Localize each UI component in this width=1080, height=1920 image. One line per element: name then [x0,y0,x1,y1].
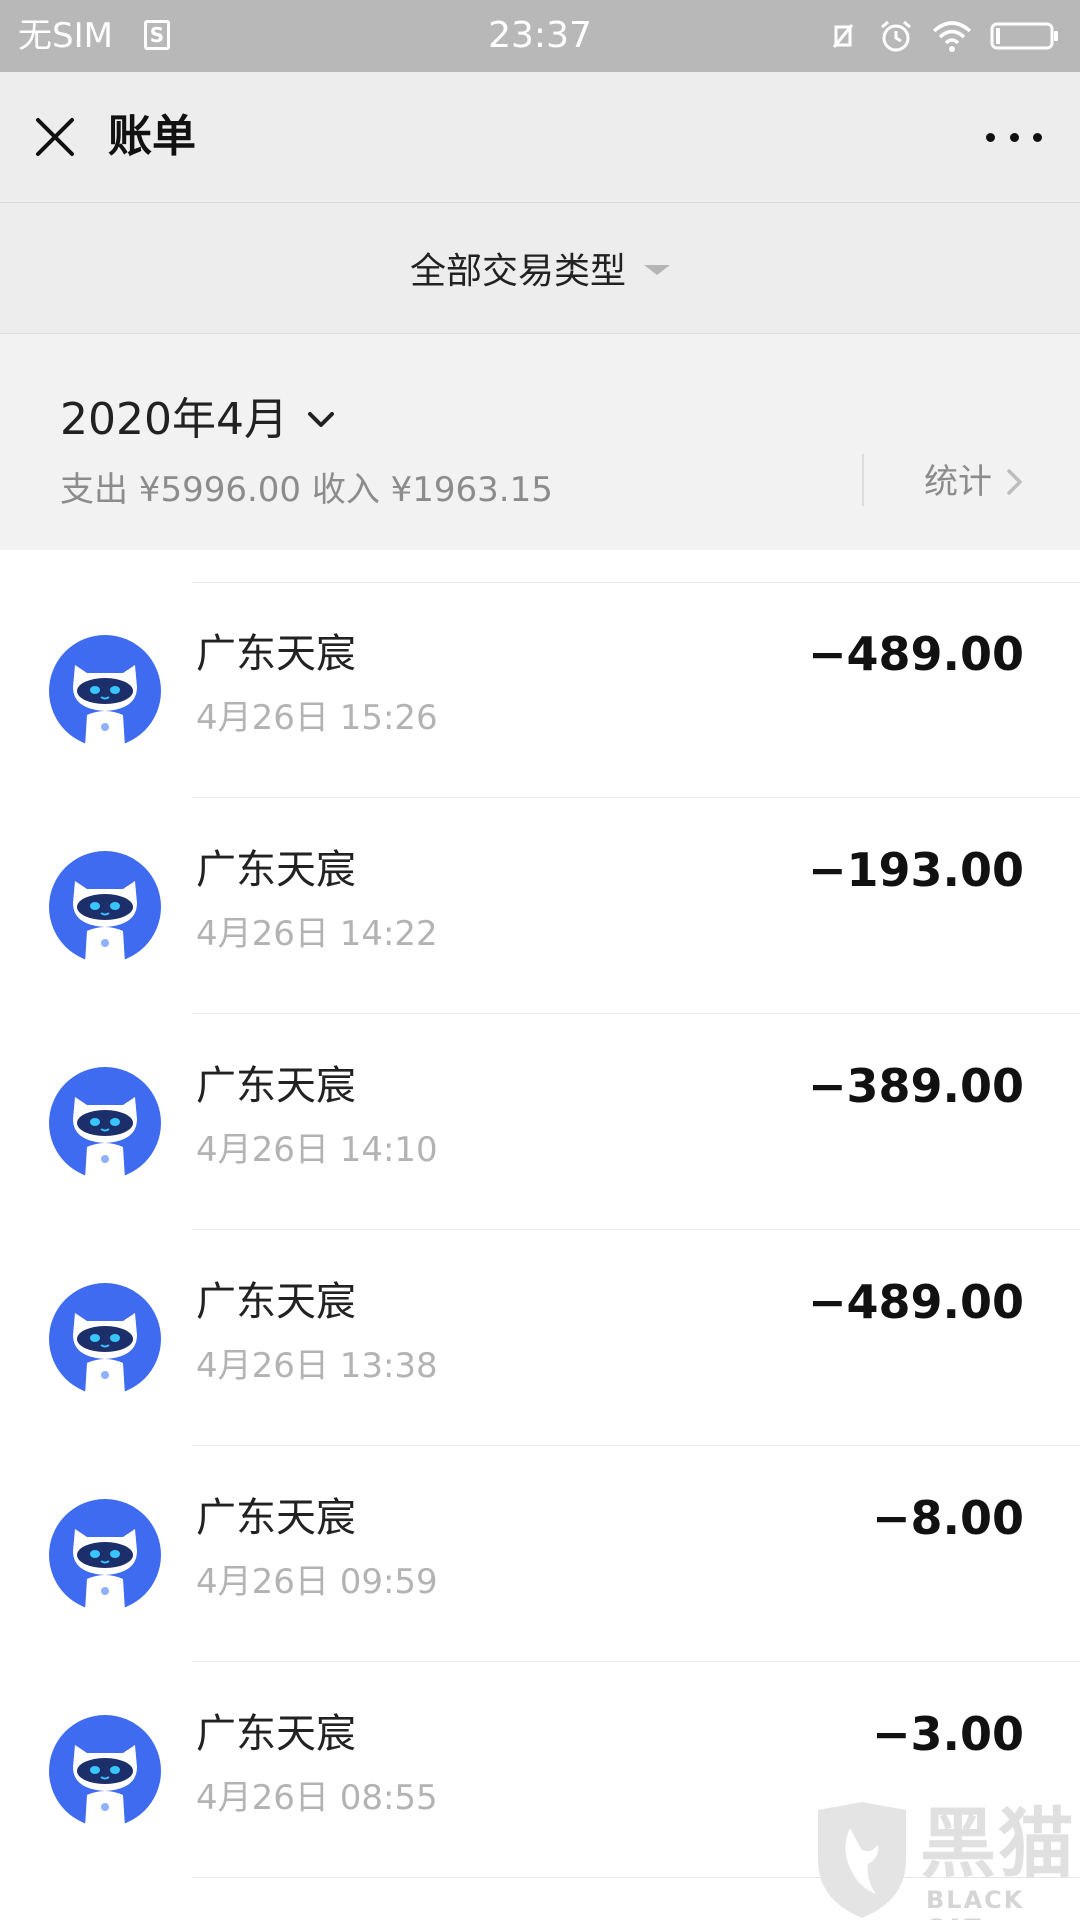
nav-bar: 账单 [0,72,1080,203]
status-bar: 无SIM S 23:37 [0,0,1080,72]
watermark-subtitle: BLACK CAT [926,1886,1025,1920]
transaction-datetime: 4月26日 14:22 [196,914,438,954]
statistics-label: 统计 [924,462,992,502]
transaction-row[interactable]: 广东天宸 4月26日 14:22 −193.00 [0,798,1080,1014]
merchant-name: 广东天宸 [196,1063,356,1109]
transaction-type-filter[interactable]: 全部交易类型 [0,203,1080,333]
transaction-row[interactable]: 广东天宸 4月26日 14:10 −389.00 [0,1014,1080,1230]
filter-bar: 全部交易类型 [0,203,1080,334]
expense-income-totals: 支出 ¥5996.00 收入 ¥1963.15 [60,470,553,510]
transaction-amount: −3.00 [871,1707,1024,1761]
cat-shield-logo-icon [818,1802,906,1918]
transaction-row[interactable]: 广东天宸 4月26日 09:59 −8.00 [0,1446,1080,1662]
vibrate-off-icon [832,24,854,48]
filter-label: 全部交易类型 [409,251,626,292]
watermark-title: 黑猫 [920,1799,1076,1888]
battery-icon [990,22,1058,50]
transaction-list: 广东天宸 4月26日 15:26 −489.00 广东天宸 4月26日 14:22 −19… [0,550,1080,1920]
chevron-right-icon [1007,469,1022,495]
robot-avatar-icon [49,635,161,747]
robot-avatar-icon [49,1067,161,1179]
transaction-amount: −489.00 [807,627,1024,681]
month-picker[interactable]: 2020年4月 [60,392,338,448]
transaction-row[interactable]: 广东天宸 4月26日 13:38 −489.00 [0,1230,1080,1446]
transaction-datetime: 4月26日 08:55 [196,1778,438,1818]
bill-page: 无SIM S 23:37 账单 全部交易类型 2020年4月 支出 ¥5996.… [0,0,1080,1920]
caret-down-icon [644,265,670,275]
merchant-name: 广东天宸 [196,1279,356,1325]
transaction-datetime: 4月26日 13:38 [196,1346,438,1386]
more-dot [1033,132,1042,142]
chevron-down-icon [307,412,334,427]
merchant-name: 广东天宸 [196,1495,356,1541]
statistics-button[interactable]: 统计 [924,460,1026,504]
month-summary: 2020年4月 支出 ¥5996.00 收入 ¥1963.15 统计 [0,334,1080,550]
more-dot [986,132,995,142]
robot-avatar-icon [49,1715,161,1827]
transaction-amount: −193.00 [807,843,1024,897]
status-icons [826,14,1060,58]
merchant-name: 广东天宸 [196,1711,356,1757]
robot-avatar-icon [49,851,161,963]
transaction-datetime: 4月26日 14:10 [196,1130,438,1170]
month-label: 2020年4月 [60,394,288,445]
more-dot [1009,132,1019,142]
more-icon[interactable] [986,122,1042,152]
transaction-row[interactable]: 广东天宸 4月26日 15:26 −489.00 [0,582,1080,798]
merchant-name: 广东天宸 [196,631,356,677]
transaction-amount: −489.00 [807,1275,1024,1329]
robot-avatar-icon [49,1499,161,1611]
alarm-icon [881,20,911,52]
merchant-name: 广东天宸 [196,847,356,893]
close-icon[interactable] [30,112,80,162]
page-title: 账单 [108,111,196,162]
black-cat-watermark: 黑猫 BLACK CAT [810,1800,1080,1920]
transaction-amount: −8.00 [871,1491,1024,1545]
transaction-datetime: 4月26日 09:59 [196,1562,438,1602]
transaction-datetime: 4月26日 15:26 [196,698,438,738]
summary-divider [862,454,864,506]
transaction-amount: −389.00 [807,1059,1024,1113]
robot-avatar-icon [49,1283,161,1395]
wifi-icon [932,21,972,52]
